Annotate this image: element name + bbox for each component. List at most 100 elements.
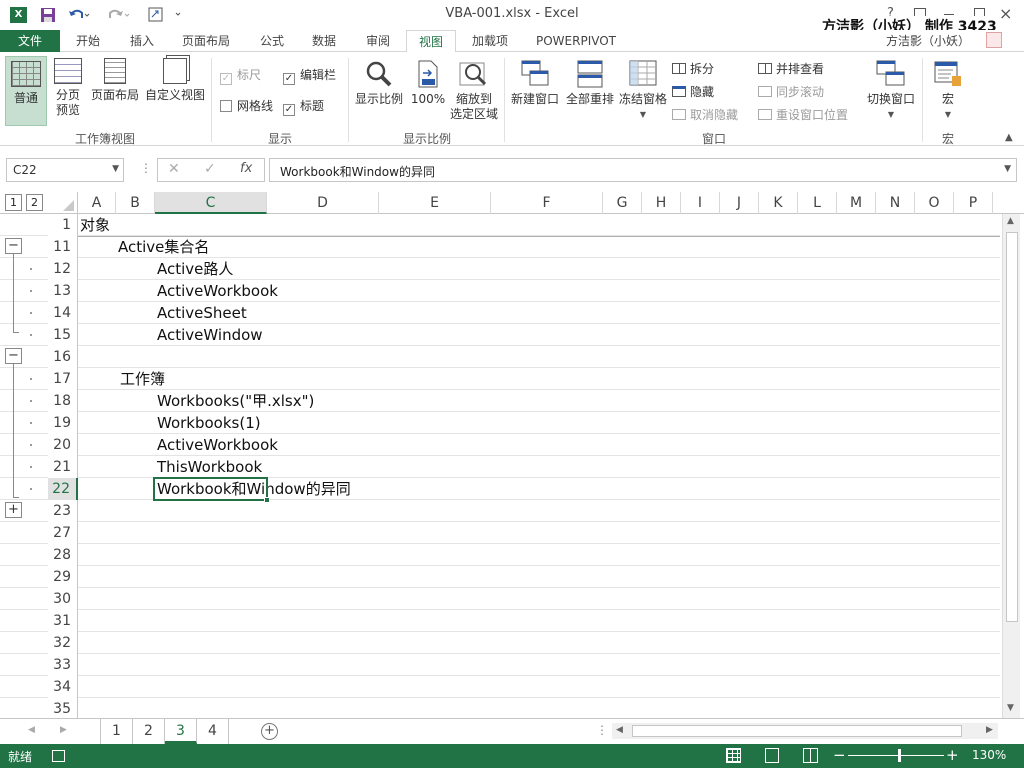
- sheet-tab-1[interactable]: 1: [101, 719, 133, 744]
- gridlines-checkbox[interactable]: 网格线: [220, 97, 273, 115]
- row-header[interactable]: 32: [48, 632, 78, 654]
- normal-view-icon[interactable]: [726, 748, 741, 763]
- column-header-i[interactable]: I: [681, 192, 720, 214]
- zoom-out-icon[interactable]: −: [833, 746, 846, 764]
- chevron-down-icon[interactable]: ▼: [112, 164, 119, 174]
- cell-c12[interactable]: Active路人: [157, 258, 233, 280]
- page-break-view-icon[interactable]: [803, 748, 818, 763]
- sheet-tab-4[interactable]: 4: [197, 719, 229, 744]
- macros-button[interactable]: 宏 ▼: [928, 60, 968, 122]
- scroll-right-icon[interactable]: ▶: [60, 725, 67, 735]
- cell-c14[interactable]: ActiveSheet: [157, 302, 247, 324]
- normal-view-button[interactable]: 普通: [5, 56, 47, 126]
- horizontal-scrollbar[interactable]: ◀ ▶: [612, 723, 998, 739]
- zoom-100-button[interactable]: 100%: [409, 60, 447, 107]
- row-header[interactable]: 29: [48, 566, 78, 588]
- tab-home[interactable]: 开始: [62, 30, 114, 52]
- custom-views-button[interactable]: 自定义视图: [143, 58, 207, 103]
- scroll-thumb[interactable]: [1006, 232, 1018, 622]
- freeze-panes-button[interactable]: 冻结窗格 ▼: [617, 60, 669, 122]
- column-header-e[interactable]: E: [379, 192, 491, 214]
- tab-review[interactable]: 审阅: [352, 30, 404, 52]
- macro-record-icon[interactable]: [52, 750, 65, 762]
- switch-windows-button[interactable]: 切换窗口 ▼: [864, 60, 918, 122]
- unhide-button[interactable]: 取消隐藏: [672, 106, 738, 124]
- scroll-right-icon[interactable]: ▶: [986, 725, 993, 735]
- formula-input[interactable]: Workbook和Window的异同 ▼: [269, 158, 1017, 182]
- cell-c18[interactable]: Workbooks("甲.xlsx"): [157, 390, 314, 412]
- scroll-down-icon[interactable]: ▼: [1007, 703, 1014, 713]
- split-button[interactable]: 拆分: [672, 60, 714, 78]
- row-header[interactable]: 19: [48, 412, 78, 434]
- column-header-k[interactable]: K: [759, 192, 798, 214]
- zoom-slider-thumb[interactable]: [898, 749, 901, 762]
- row-header[interactable]: 31: [48, 610, 78, 632]
- row-header[interactable]: 13: [48, 280, 78, 302]
- scroll-left-icon[interactable]: ◀: [616, 725, 623, 735]
- row-header[interactable]: 12: [48, 258, 78, 280]
- headings-checkbox[interactable]: ✓ 标题: [283, 97, 324, 116]
- vertical-scrollbar[interactable]: ▲ ▼: [1002, 214, 1020, 718]
- outline-level-2-button[interactable]: 2: [26, 194, 43, 211]
- tab-powerpivot[interactable]: POWERPIVOT: [528, 30, 624, 52]
- arrange-all-button[interactable]: 全部重排: [564, 60, 616, 107]
- fill-handle[interactable]: [264, 497, 270, 503]
- column-header-m[interactable]: M: [837, 192, 876, 214]
- cell-c15[interactable]: ActiveWindow: [157, 324, 263, 346]
- name-box[interactable]: C22 ▼: [6, 158, 124, 182]
- scroll-up-icon[interactable]: ▲: [1007, 216, 1014, 226]
- row-header[interactable]: 16: [48, 346, 78, 368]
- worksheet-grid[interactable]: 1 对象 11 Active集合名 12 Active路人 13 ActiveW…: [0, 214, 1024, 718]
- expand-group-button[interactable]: +: [5, 502, 22, 518]
- row-header[interactable]: 1: [48, 214, 78, 236]
- cell-c13[interactable]: ActiveWorkbook: [157, 280, 278, 302]
- more-options-icon[interactable]: ⋮: [140, 161, 152, 175]
- column-header-h[interactable]: H: [642, 192, 681, 214]
- row-header[interactable]: 27: [48, 522, 78, 544]
- cell-a1[interactable]: 对象: [80, 214, 110, 236]
- sheet-tab-2[interactable]: 2: [133, 719, 165, 744]
- column-header-l[interactable]: L: [798, 192, 837, 214]
- zoom-to-selection-button[interactable]: 缩放到 选定区域: [448, 60, 500, 122]
- column-header-n[interactable]: N: [876, 192, 915, 214]
- tab-view[interactable]: 视图: [406, 30, 456, 53]
- add-sheet-icon[interactable]: +: [261, 723, 278, 740]
- column-header-b[interactable]: B: [116, 192, 155, 214]
- more-sheets-icon[interactable]: ⋮: [596, 723, 608, 737]
- cell-c20[interactable]: ActiveWorkbook: [157, 434, 278, 456]
- hide-button[interactable]: 隐藏: [672, 83, 714, 101]
- collapse-ribbon-icon[interactable]: ▲: [1005, 132, 1013, 143]
- sheet-tab-3[interactable]: 3: [165, 719, 197, 744]
- tab-insert[interactable]: 插入: [116, 30, 168, 52]
- row-header[interactable]: 35: [48, 698, 78, 718]
- collapse-group-button[interactable]: −: [5, 238, 22, 254]
- expand-formula-icon[interactable]: ▼: [1004, 164, 1011, 174]
- column-header-c[interactable]: C: [155, 192, 267, 214]
- cell-b17[interactable]: 工作簿: [120, 368, 165, 390]
- sync-scroll-button[interactable]: 同步滚动: [758, 83, 824, 101]
- collapse-group-button[interactable]: −: [5, 348, 22, 364]
- tab-formulas[interactable]: 公式: [246, 30, 298, 52]
- cell-c21[interactable]: ThisWorkbook: [157, 456, 262, 478]
- column-header-d[interactable]: D: [267, 192, 379, 214]
- cancel-icon[interactable]: ✕: [168, 161, 180, 177]
- page-layout-view-icon[interactable]: [765, 748, 779, 763]
- enter-icon[interactable]: ✓: [204, 161, 216, 177]
- row-header[interactable]: 21: [48, 456, 78, 478]
- reset-window-position-button[interactable]: 重设窗口位置: [758, 106, 848, 124]
- side-by-side-button[interactable]: 并排查看: [758, 60, 824, 78]
- scroll-left-icon[interactable]: ◀: [28, 725, 35, 735]
- row-header[interactable]: 30: [48, 588, 78, 610]
- cell-c19[interactable]: Workbooks(1): [157, 412, 261, 434]
- minimize-icon[interactable]: [944, 14, 954, 15]
- row-header[interactable]: 18: [48, 390, 78, 412]
- row-header[interactable]: 20: [48, 434, 78, 456]
- close-icon[interactable]: ×: [999, 4, 1012, 23]
- page-layout-view-button[interactable]: 页面布局: [89, 58, 141, 103]
- zoom-slider[interactable]: [848, 749, 944, 762]
- ruler-checkbox[interactable]: ✓ 标尺: [220, 66, 261, 85]
- insert-function-icon[interactable]: fx: [240, 161, 252, 176]
- tab-data[interactable]: 数据: [298, 30, 350, 52]
- page-break-preview-button[interactable]: 分页 预览: [50, 58, 86, 118]
- row-header[interactable]: 14: [48, 302, 78, 324]
